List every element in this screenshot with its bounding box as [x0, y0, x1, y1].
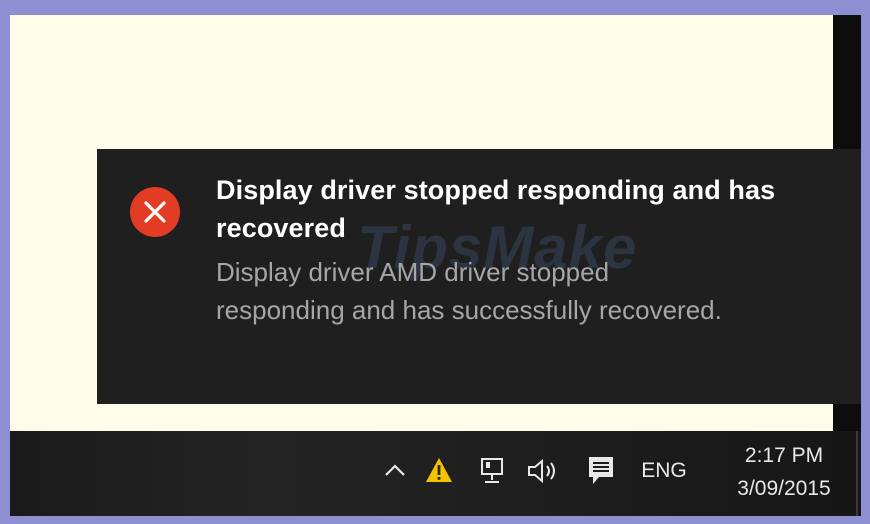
- warning-icon[interactable]: [422, 452, 456, 488]
- show-desktop-divider: [856, 431, 858, 516]
- taskbar-clock[interactable]: 2:17 PM 3/09/2015: [714, 439, 854, 509]
- chevron-up-icon[interactable]: [378, 453, 412, 487]
- error-x-icon: [130, 187, 180, 237]
- network-icon[interactable]: [476, 453, 510, 489]
- error-notification-toast[interactable]: TipsMake Display driver stopped respondi…: [97, 149, 861, 404]
- screenshot-frame: TipsMake Display driver stopped respondi…: [0, 0, 870, 524]
- volume-icon[interactable]: [524, 453, 564, 489]
- action-center-icon[interactable]: [584, 451, 618, 491]
- notification-body: Display driver AMD driver stopped respon…: [216, 257, 722, 325]
- language-indicator[interactable]: ENG: [636, 455, 692, 487]
- notification-title: Display driver stopped responding and ha…: [216, 175, 776, 243]
- clock-date: 3/09/2015: [737, 477, 831, 500]
- taskbar: ENG 2:17 PM 3/09/2015: [10, 431, 861, 516]
- clock-time: 2:17 PM: [744, 444, 824, 467]
